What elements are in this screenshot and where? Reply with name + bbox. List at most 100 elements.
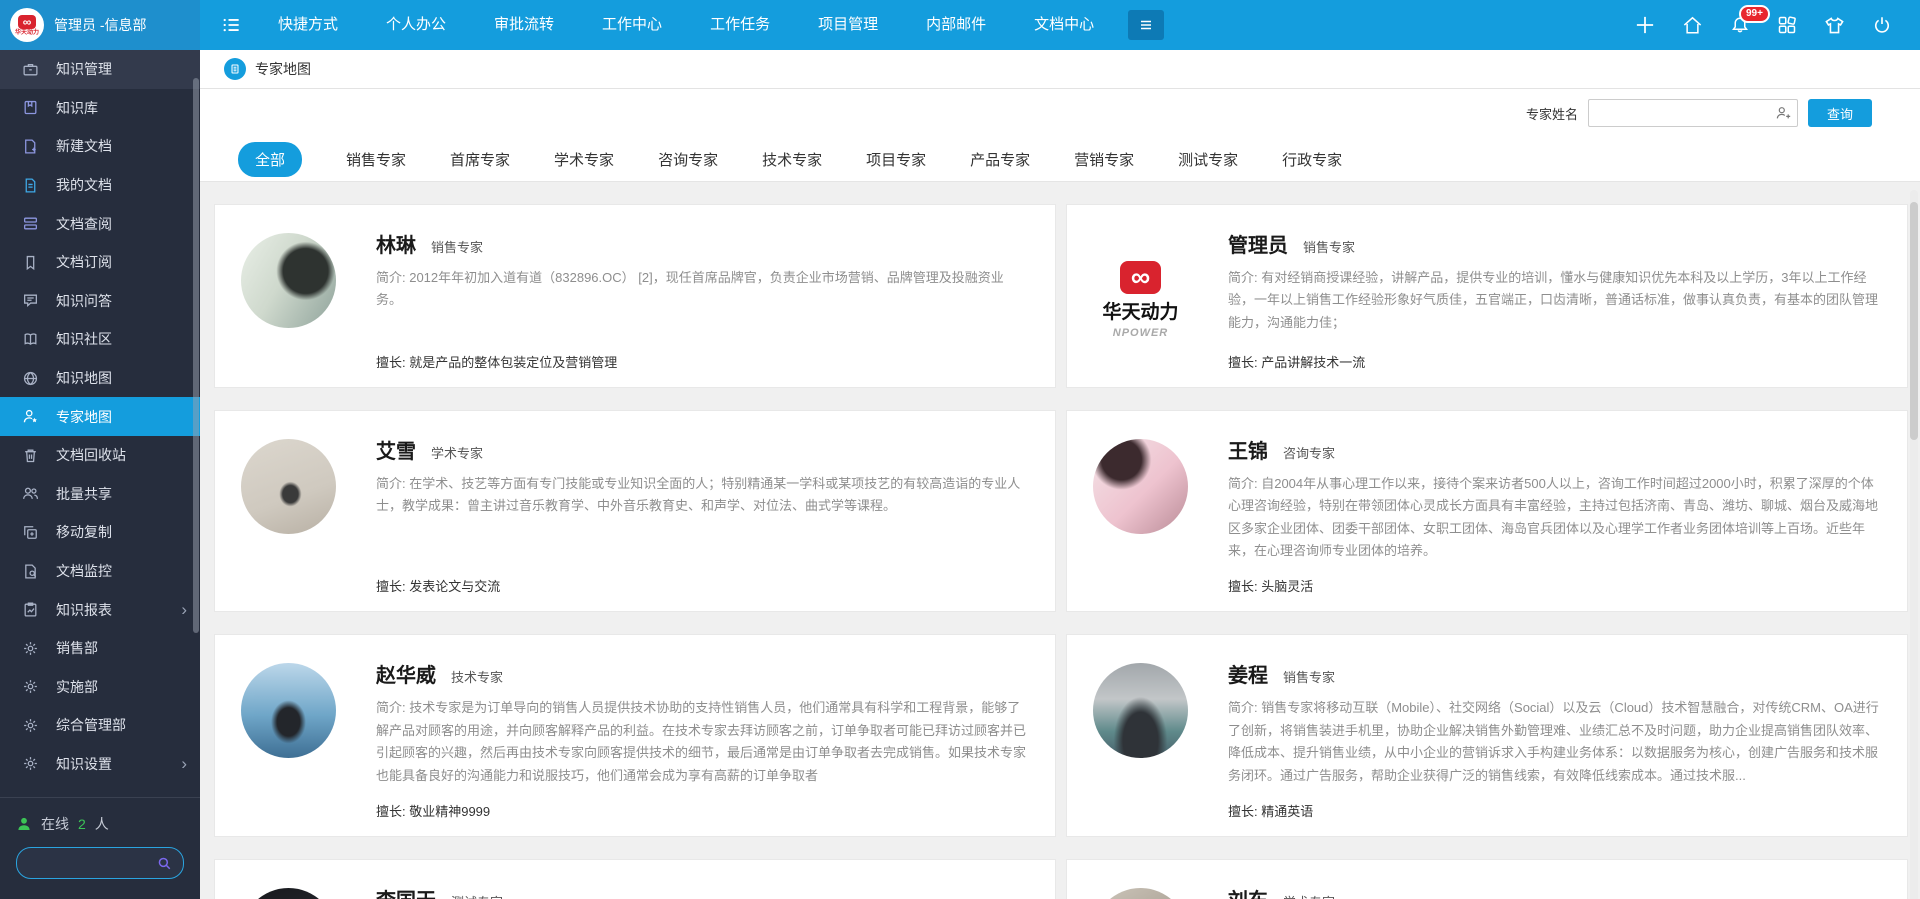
logout-power-button[interactable] xyxy=(1872,15,1892,35)
sidebar-item-my-documents[interactable]: 我的文档 xyxy=(0,166,200,205)
sidebar-item-knowledge-reports[interactable]: 知识报表 xyxy=(0,590,200,629)
tab-testing-expert[interactable]: 测试专家 xyxy=(1178,149,1238,170)
topbar-icon-group: 99+ xyxy=(1635,15,1920,36)
sidebar-item-expert-map[interactable]: 专家地图 xyxy=(0,397,200,436)
gear-icon xyxy=(22,717,39,734)
tab-technical-expert[interactable]: 技术专家 xyxy=(762,149,822,170)
sidebar-item-document-subscribe[interactable]: 文档订阅 xyxy=(0,243,200,282)
users-icon xyxy=(22,485,39,502)
sidebar-item-document-monitor[interactable]: 文档监控 xyxy=(0,552,200,591)
sidebar-item-recycle-bin[interactable]: 文档回收站 xyxy=(0,436,200,475)
nav-item-work-tasks[interactable]: 工作任务 xyxy=(686,0,794,50)
expert-avatar xyxy=(241,663,336,758)
sidebar-item-document-review[interactable]: 文档查阅 xyxy=(0,204,200,243)
hamburger-icon xyxy=(1138,17,1154,33)
expert-card-wangjin[interactable]: 王锦 咨询专家 简介: 自2004年从事心理工作以来，接待个案来访者500人以上… xyxy=(1066,410,1908,612)
logo-title: 华天动力 xyxy=(1102,297,1178,324)
notifications-button[interactable]: 99+ xyxy=(1730,15,1750,35)
sidebar-item-label: 综合管理部 xyxy=(56,715,126,735)
sidebar-item-knowledge-qa[interactable]: 知识问答 xyxy=(0,282,200,321)
expert-name: 赵华威 xyxy=(376,659,436,688)
expert-name-input[interactable] xyxy=(1588,99,1798,127)
expert-card-admin[interactable]: ∞ 华天动力 NPOWER 管理员 销售专家 简介: 有对经销商授课经验，讲解产… xyxy=(1066,204,1908,388)
tab-product-expert[interactable]: 产品专家 xyxy=(970,149,1030,170)
home-button[interactable] xyxy=(1682,15,1703,36)
add-button[interactable] xyxy=(1635,15,1655,35)
expert-avatar xyxy=(241,888,336,899)
search-icon[interactable] xyxy=(157,856,172,871)
sidebar-item-label: 文档监控 xyxy=(56,561,112,581)
expert-category: 销售专家 xyxy=(1283,667,1335,686)
sidebar-scrollbar[interactable] xyxy=(193,78,199,633)
nav-item-shortcuts[interactable]: 快捷方式 xyxy=(254,0,362,50)
expert-card-liudong[interactable]: 刘东 学术专家 简介: 在学术、技艺等方面有专门技能或专业知识全面的人。山东微山… xyxy=(1066,859,1908,899)
expert-card-linlin[interactable]: 林琳 销售专家 简介: 2012年年初加入道有道（832896.OC） [2]，… xyxy=(214,204,1056,388)
more-menu-button[interactable] xyxy=(1128,10,1164,40)
query-button[interactable]: 查询 xyxy=(1808,99,1872,127)
nav-item-project-mgmt[interactable]: 项目管理 xyxy=(794,0,902,50)
company-logo-avatar: ∞ 华天动力 NPOWER xyxy=(1093,229,1188,371)
sidebar-item-knowledge-map[interactable]: 知识地图 xyxy=(0,359,200,398)
sidebar-search xyxy=(16,847,184,879)
book-icon xyxy=(22,99,39,116)
sidebar-bottom-panel: 在线 2 人 xyxy=(0,797,200,899)
sidebar-item-label: 批量共享 xyxy=(56,484,112,504)
nav-item-work-center[interactable]: 工作中心 xyxy=(578,0,686,50)
archive-stack-icon xyxy=(22,215,39,232)
sidebar-item-label: 知识管理 xyxy=(56,59,112,79)
sidebar-item-knowledge-base[interactable]: 知识库 xyxy=(0,89,200,128)
online-status: 在线 2 人 xyxy=(16,814,184,834)
sidebar-item-new-document[interactable]: 新建文档 xyxy=(0,127,200,166)
sidebar-item-move-copy[interactable]: 移动复制 xyxy=(0,513,200,552)
sidebar-item-sales-dept[interactable]: 销售部 xyxy=(0,629,200,668)
nav-item-internal-mail[interactable]: 内部邮件 xyxy=(902,0,1010,50)
sidebar-item-knowledge-mgmt[interactable]: 知识管理 xyxy=(0,50,200,89)
nav-item-approval-flow[interactable]: 审批流转 xyxy=(470,0,578,50)
sidebar-item-general-mgmt-dept[interactable]: 综合管理部 xyxy=(0,706,200,745)
sidebar-item-batch-share[interactable]: 批量共享 xyxy=(0,475,200,514)
expert-intro: 简介: 2012年年初加入道有道（832896.OC） [2]，现任首席品牌官，… xyxy=(376,267,1029,312)
sidebar-item-label: 文档查阅 xyxy=(56,214,112,234)
apps-grid-button[interactable] xyxy=(1777,15,1797,35)
sidebar-item-label: 新建文档 xyxy=(56,136,112,156)
expert-name: 姜程 xyxy=(1228,659,1268,688)
tab-admin-expert[interactable]: 行政专家 xyxy=(1282,149,1342,170)
sidebar-item-knowledge-community[interactable]: 知识社区 xyxy=(0,320,200,359)
expert-intro: 简介: 自2004年从事心理工作以来，接待个案来访者500人以上，咨询工作时间超… xyxy=(1228,473,1881,562)
nav-item-personal-office[interactable]: 个人办公 xyxy=(362,0,470,50)
main-scrollbar-thumb[interactable] xyxy=(1910,202,1918,440)
expert-name: 艾雪 xyxy=(376,435,416,464)
sidebar-item-label: 知识社区 xyxy=(56,329,112,349)
tab-consulting-expert[interactable]: 咨询专家 xyxy=(658,149,718,170)
expert-card-zhaohuawei[interactable]: 赵华威 技术专家 简介: 技术专家是为订单导向的销售人员提供技术协助的支持性销售… xyxy=(214,634,1056,836)
brand-area: ∞ 华天动力 管理员 -信息部 xyxy=(0,0,200,50)
expert-skill: 擅长: 发表论文与交流 xyxy=(376,562,1029,595)
sidebar-item-implementation-dept[interactable]: 实施部 xyxy=(0,668,200,707)
sidebar-item-knowledge-settings[interactable]: 知识设置 xyxy=(0,745,200,784)
expert-name: 管理员 xyxy=(1228,229,1288,258)
expert-category: 咨询专家 xyxy=(1283,443,1335,462)
sidebar-item-label: 知识地图 xyxy=(56,368,112,388)
logo-infinity-icon: ∞ xyxy=(1120,261,1161,294)
bookmark-icon xyxy=(22,254,39,271)
tab-marketing-expert[interactable]: 营销专家 xyxy=(1074,149,1134,170)
tab-chief-expert[interactable]: 首席专家 xyxy=(450,149,510,170)
expert-card-body: 赵华威 技术专家 简介: 技术专家是为订单导向的销售人员提供技术协助的支持性销售… xyxy=(376,655,1029,819)
company-logo: ∞ 华天动力 xyxy=(10,8,44,42)
tab-project-expert[interactable]: 项目专家 xyxy=(866,149,926,170)
sidebar-item-label: 知识问答 xyxy=(56,291,112,311)
main-scrollbar[interactable] xyxy=(1910,190,1918,899)
expert-card-jiangcheng[interactable]: 姜程 销售专家 简介: 销售专家将移动互联（Mobile）、社交网络（Socia… xyxy=(1066,634,1908,836)
person-add-icon[interactable] xyxy=(1775,105,1791,121)
nav-item-document-center[interactable]: 文档中心 xyxy=(1010,0,1118,50)
nav-toggle-icon[interactable] xyxy=(222,16,240,34)
expert-name: 李国天 xyxy=(376,884,436,899)
expert-card-liguotian[interactable]: 李国天 测试专家 简介: 将产品原型或产品成品提供给消费者，由消费者根据自己的想… xyxy=(214,859,1056,899)
theme-shirt-button[interactable] xyxy=(1824,15,1845,36)
expert-card-aixue[interactable]: 艾雪 学术专家 简介: 在学术、技艺等方面有专门技能或专业知识全面的人；特别精通… xyxy=(214,410,1056,612)
online-label: 在线 xyxy=(41,814,69,834)
tab-all[interactable]: 全部 xyxy=(238,142,302,177)
tab-academic-expert[interactable]: 学术专家 xyxy=(554,149,614,170)
expert-card-grid: 林琳 销售专家 简介: 2012年年初加入道有道（832896.OC） [2]，… xyxy=(200,182,1920,899)
tab-sales-expert[interactable]: 销售专家 xyxy=(346,149,406,170)
